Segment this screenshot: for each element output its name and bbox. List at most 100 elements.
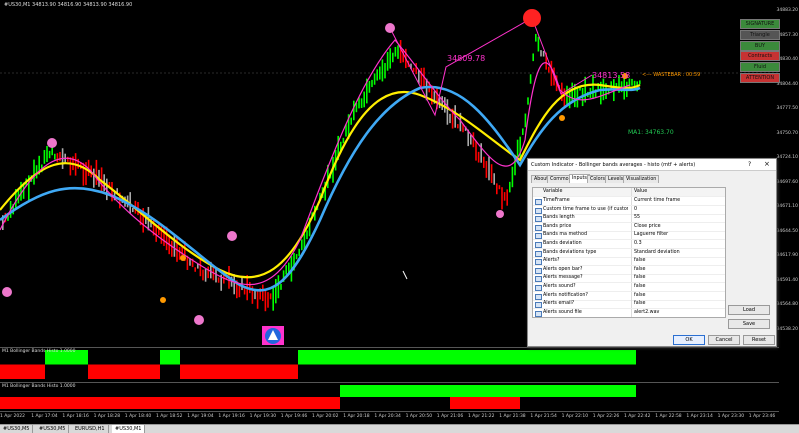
- input-value[interactable]: 0: [631, 205, 725, 214]
- tab-visualization[interactable]: Visualization: [623, 175, 660, 183]
- timer-label: <--- WASTEBAR : 00:59: [642, 72, 700, 78]
- side-button[interactable]: Contracts: [740, 51, 780, 62]
- time-tick: 1 Apr 19:04: [187, 414, 214, 419]
- parameter-icon: [535, 207, 542, 214]
- time-axis[interactable]: 1 Apr 2022 1 Apr 17:04 1 Apr 18:16 1 Apr 18…: [0, 411, 779, 422]
- candle: [444, 97, 446, 113]
- candle: [457, 124, 459, 129]
- candle: [584, 76, 586, 103]
- candle: [415, 63, 417, 75]
- side-button[interactable]: Triangle: [740, 29, 780, 40]
- input-value[interactable]: false: [631, 291, 725, 300]
- histogram-bar: [160, 350, 180, 365]
- parameter-icon: [535, 267, 542, 274]
- candle: [171, 240, 173, 257]
- indicator-label-1: M1 Bollinger Bands Histo 1.0000: [2, 349, 76, 354]
- candle: [360, 98, 363, 108]
- price-axis[interactable]: 34883.20 34857.30 34830.40 34804.40 34777.50…: [777, 0, 799, 345]
- input-name: Alerts sound file: [543, 309, 582, 315]
- histogram-bar: [180, 364, 252, 379]
- time-tick: 1 Apr 2022: [0, 414, 25, 419]
- input-value[interactable]: Standard deviation: [631, 248, 725, 257]
- candle: [194, 267, 196, 272]
- help-icon[interactable]: ?: [748, 161, 751, 168]
- indicator-pane-2[interactable]: M1 Bollinger Bands Histo 1.0000: [0, 382, 779, 411]
- input-value[interactable]: Laguerre filter: [631, 231, 725, 240]
- input-name: Bands ma method: [543, 232, 588, 238]
- candle: [363, 91, 365, 108]
- time-tick: 1 Apr 18:40: [124, 414, 152, 419]
- candle: [386, 51, 389, 71]
- price-tick: 34697.60: [776, 179, 798, 185]
- input-value[interactable]: Current time frame: [631, 197, 725, 205]
- side-button[interactable]: SIGNATURE: [740, 19, 780, 29]
- candle: [446, 99, 449, 125]
- time-tick: 1 Apr 18:28: [93, 414, 121, 419]
- input-row[interactable]: Alerts sound file alert2.wav: [533, 308, 725, 317]
- input-name: Alerts email?: [543, 301, 575, 307]
- candle: [173, 234, 176, 257]
- input-name: Bands length: [543, 215, 575, 221]
- reset-button[interactable]: Reset: [743, 335, 775, 345]
- column-variable: Variable: [543, 189, 563, 194]
- save-button[interactable]: Save: [728, 319, 770, 329]
- histogram-bar: [88, 364, 160, 379]
- input-value[interactable]: alert2.wav: [631, 308, 725, 317]
- candle: [199, 257, 202, 277]
- ok-button[interactable]: OK: [673, 335, 705, 345]
- candle: [295, 254, 298, 260]
- price-tick: 34591.40: [776, 277, 798, 283]
- input-value[interactable]: 55: [631, 214, 725, 223]
- candle: [69, 157, 72, 176]
- input-value[interactable]: Close price: [631, 222, 725, 231]
- indicator-pane-1[interactable]: M1 Bollinger Bands Histo 1.0000: [0, 347, 779, 381]
- candle: [238, 284, 241, 298]
- candle: [392, 52, 394, 63]
- input-value[interactable]: false: [631, 300, 725, 309]
- candle: [353, 100, 355, 121]
- candle: [516, 139, 519, 157]
- candle: [264, 289, 267, 312]
- parameter-icon: [535, 285, 542, 291]
- candle: [493, 173, 495, 185]
- input-value[interactable]: false: [631, 274, 725, 283]
- candle: [46, 145, 48, 163]
- cancel-button[interactable]: Cancel: [708, 335, 740, 345]
- time-tick: 1 Apr 21:22: [468, 414, 495, 419]
- candle: [272, 286, 274, 311]
- parameter-icon: [535, 216, 542, 223]
- close-icon[interactable]: ×: [764, 160, 770, 168]
- inputs-grid[interactable]: Variable Value TimeFrame Current time fra…: [532, 187, 726, 318]
- dialog-title-bar[interactable]: Custom Indicator - Bollinger bands avera…: [528, 159, 776, 171]
- price-tick: 34777.50: [776, 106, 798, 111]
- input-value[interactable]: false: [631, 257, 725, 266]
- candle: [368, 81, 371, 93]
- candle: [548, 66, 550, 73]
- candle: [54, 153, 56, 160]
- side-button[interactable]: ATTENTION: [740, 73, 780, 83]
- candle: [384, 63, 386, 79]
- candle: [501, 187, 503, 210]
- load-button[interactable]: Load: [728, 305, 770, 315]
- candle: [490, 164, 493, 184]
- input-value[interactable]: 0.3: [631, 240, 725, 248]
- input-name: Bands deviations type: [543, 249, 597, 255]
- input-value[interactable]: false: [631, 283, 725, 291]
- histogram-bar: [298, 350, 470, 365]
- candle: [207, 266, 209, 279]
- candle: [485, 161, 488, 178]
- input-value[interactable]: false: [631, 265, 725, 274]
- symbol-info: #US30,M1 34813.90 34816.90 34813.90 3481…: [4, 2, 133, 8]
- side-button[interactable]: BUY: [740, 40, 780, 51]
- time-tick: 1 Apr 20:18: [343, 414, 370, 419]
- candle: [506, 189, 508, 206]
- price-tick: 34724.10: [776, 155, 798, 160]
- candle: [93, 168, 95, 188]
- parameter-icon: [535, 199, 542, 205]
- side-button[interactable]: Fluid: [740, 62, 780, 73]
- candle: [233, 274, 235, 295]
- parameter-icon: [535, 233, 542, 240]
- input-name: Alerts sound?: [543, 284, 576, 289]
- candle: [542, 50, 545, 57]
- time-tick: 1 Apr 22:58: [655, 414, 682, 419]
